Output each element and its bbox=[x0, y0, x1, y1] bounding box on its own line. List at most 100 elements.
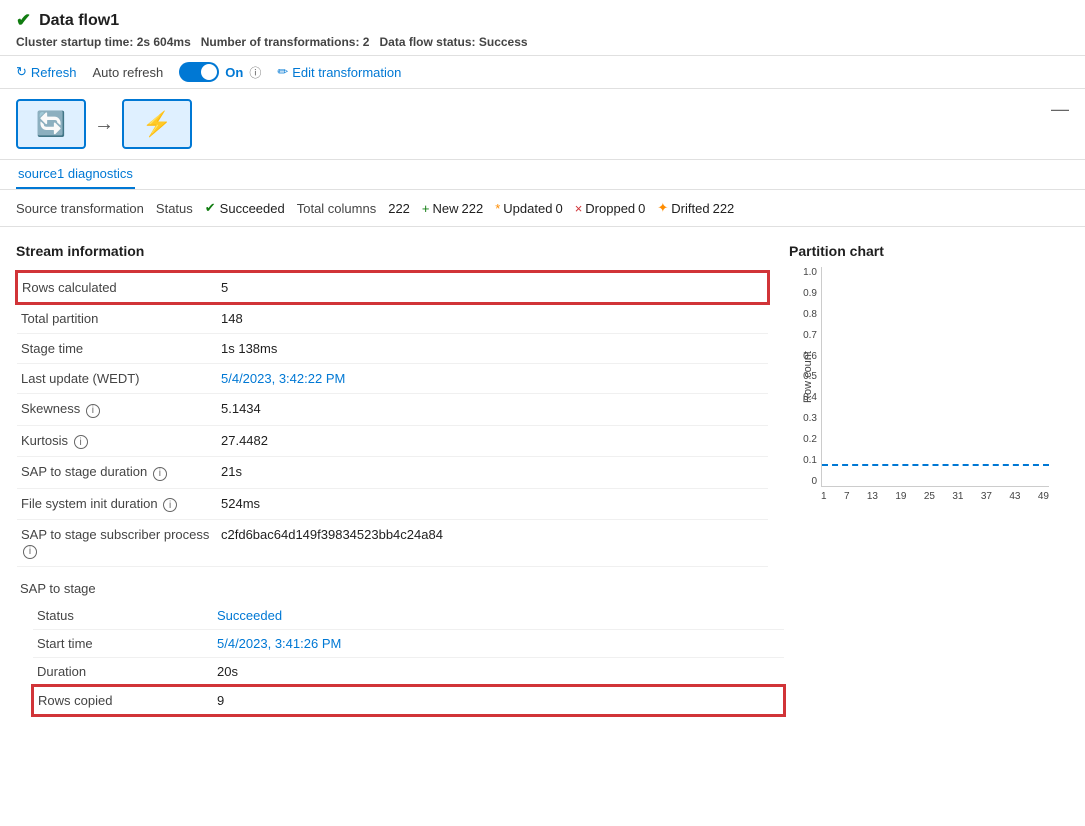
sap-stage-label: Rows copied bbox=[33, 686, 213, 715]
drifted-icon: ✦ bbox=[657, 200, 668, 216]
updated-value: 0 bbox=[555, 201, 562, 216]
x-axis-tick: 31 bbox=[952, 491, 963, 502]
status-succeeded: ✔ Succeeded bbox=[205, 200, 285, 216]
x-axis-tick: 37 bbox=[981, 491, 992, 502]
stream-info-value: 1s 138ms bbox=[217, 334, 768, 364]
new-stat: + New 222 bbox=[422, 201, 483, 216]
edit-transformation-button[interactable]: ✏ Edit transformation bbox=[277, 64, 401, 80]
status-succeeded-value: Succeeded bbox=[220, 201, 285, 216]
stream-info-label: Total partition bbox=[17, 303, 217, 334]
pencil-icon: ✏ bbox=[277, 64, 288, 80]
refresh-icon: ↻ bbox=[16, 64, 27, 80]
sap-stage-label: Start time bbox=[33, 629, 213, 657]
tab-source1-diagnostics[interactable]: source1 diagnostics bbox=[16, 160, 135, 189]
page-title: Data flow1 bbox=[39, 12, 119, 30]
refresh-button[interactable]: ↻ Refresh bbox=[16, 64, 76, 80]
status-key: Status bbox=[156, 201, 193, 216]
success-icon: ✔ bbox=[16, 10, 31, 31]
stream-info-row: Kurtosis i27.4482 bbox=[17, 425, 768, 457]
cluster-startup-label: Cluster startup time: bbox=[16, 35, 133, 49]
y-axis-tick: 0.1 bbox=[789, 455, 817, 466]
y-axis-tick: 0.3 bbox=[789, 413, 817, 424]
source-icon: 🔄 bbox=[36, 110, 66, 139]
total-columns-value: 222 bbox=[388, 201, 410, 216]
updated-icon: * bbox=[495, 201, 500, 216]
title-row: ✔ Data flow1 bbox=[16, 10, 1069, 31]
dropped-stat: × Dropped 0 bbox=[575, 201, 646, 216]
sap-stage-label: Duration bbox=[33, 657, 213, 686]
stream-info-table: Rows calculated5Total partition148Stage … bbox=[16, 271, 769, 567]
x-axis-tick: 43 bbox=[1009, 491, 1020, 502]
y-axis-tick: 0.7 bbox=[789, 330, 817, 341]
status-check-icon: ✔ bbox=[205, 200, 216, 216]
new-icon: + bbox=[422, 201, 430, 216]
x-axis-tick: 49 bbox=[1038, 491, 1049, 502]
new-value: 222 bbox=[462, 201, 484, 216]
stream-info-label: Last update (WEDT) bbox=[17, 364, 217, 394]
sap-stage-value: 9 bbox=[213, 686, 784, 715]
stream-info-value: 21s bbox=[217, 457, 768, 489]
top-bar: ✔ Data flow1 Cluster startup time: 2s 60… bbox=[0, 0, 1085, 56]
info-icon[interactable]: i bbox=[153, 467, 167, 481]
stream-info-label: SAP to stage duration i bbox=[17, 457, 217, 489]
auto-refresh-toggle[interactable] bbox=[179, 62, 219, 82]
stream-info-value: 5 bbox=[217, 272, 768, 303]
stream-info-title: Stream information bbox=[16, 243, 769, 259]
y-axis-tick: 1.0 bbox=[789, 267, 817, 278]
sap-stage-row: Start time5/4/2023, 3:41:26 PM bbox=[33, 629, 784, 657]
info-icon[interactable]: i bbox=[86, 404, 100, 418]
dest-node[interactable]: ⚡ bbox=[122, 99, 192, 149]
chart-container: 1.00.90.80.70.60.50.40.30.20.10 Row coun… bbox=[789, 267, 1049, 517]
auto-refresh-label: Auto refresh bbox=[92, 65, 163, 80]
stream-info-value: 524ms bbox=[217, 488, 768, 520]
stream-info-row: SAP to stage subscriber process ic2fd6ba… bbox=[17, 520, 768, 567]
stream-info-label: Rows calculated bbox=[17, 272, 217, 303]
stream-info-row: Skewness i5.1434 bbox=[17, 394, 768, 426]
dropped-value: 0 bbox=[638, 201, 645, 216]
info-icon[interactable]: i bbox=[23, 545, 37, 559]
stream-info-label: Kurtosis i bbox=[17, 425, 217, 457]
y-axis-tick: 0 bbox=[789, 476, 817, 487]
dropped-icon: × bbox=[575, 201, 583, 216]
auto-refresh-toggle-container: On ⓘ bbox=[179, 62, 261, 82]
stream-info-row: SAP to stage duration i21s bbox=[17, 457, 768, 489]
toggle-info-icon[interactable]: ⓘ bbox=[249, 64, 261, 81]
sap-stage-row: Rows copied9 bbox=[33, 686, 784, 715]
chart-area: Row count bbox=[821, 267, 1049, 487]
x-axis-tick: 1 bbox=[821, 491, 827, 502]
updated-stat: * Updated 0 bbox=[495, 201, 562, 216]
stream-info-row: Last update (WEDT)5/4/2023, 3:42:22 PM bbox=[17, 364, 768, 394]
x-axis-tick: 13 bbox=[867, 491, 878, 502]
drifted-stat: ✦ Drifted 222 bbox=[657, 200, 734, 216]
sap-stage-value: 20s bbox=[213, 657, 784, 686]
sap-stage-value: Succeeded bbox=[213, 602, 784, 630]
toggle-on-label: On bbox=[225, 65, 243, 80]
source-transformation-label: Source transformation bbox=[16, 201, 144, 216]
y-axis-tick: 0.9 bbox=[789, 288, 817, 299]
sap-stage-value: 5/4/2023, 3:41:26 PM bbox=[213, 629, 784, 657]
stream-info-value: 5.1434 bbox=[217, 394, 768, 426]
drifted-value: 222 bbox=[713, 201, 735, 216]
y-axis-tick: 0.8 bbox=[789, 309, 817, 320]
info-icon[interactable]: i bbox=[74, 435, 88, 449]
sap-stage-row: StatusSucceeded bbox=[33, 602, 784, 630]
stream-info-label: SAP to stage subscriber process i bbox=[17, 520, 217, 567]
sap-stage-row: Duration20s bbox=[33, 657, 784, 686]
minimize-button[interactable]: — bbox=[1051, 99, 1069, 120]
y-axis-label: Row count bbox=[802, 351, 814, 403]
meta-row: Cluster startup time: 2s 604ms Number of… bbox=[16, 35, 1069, 49]
info-icon[interactable]: i bbox=[163, 498, 177, 512]
stream-info-value: 148 bbox=[217, 303, 768, 334]
chart-dashed-line bbox=[822, 464, 1049, 466]
toolbar: ↻ Refresh Auto refresh On ⓘ ✏ Edit trans… bbox=[0, 56, 1085, 89]
partition-chart-title: Partition chart bbox=[789, 243, 1069, 259]
stream-info-label: Skewness i bbox=[17, 394, 217, 426]
sap-to-stage-table: StatusSucceededStart time5/4/2023, 3:41:… bbox=[32, 602, 785, 716]
data-flow-status-value: Success bbox=[479, 35, 528, 49]
chart-x-axis: 1713192531374349 bbox=[821, 491, 1049, 502]
partition-chart-panel: Partition chart 1.00.90.80.70.60.50.40.3… bbox=[769, 243, 1069, 716]
stream-info-row: Rows calculated5 bbox=[17, 272, 768, 303]
x-axis-tick: 19 bbox=[895, 491, 906, 502]
cluster-startup-value: 2s 604ms bbox=[137, 35, 191, 49]
source-node[interactable]: 🔄 bbox=[16, 99, 86, 149]
